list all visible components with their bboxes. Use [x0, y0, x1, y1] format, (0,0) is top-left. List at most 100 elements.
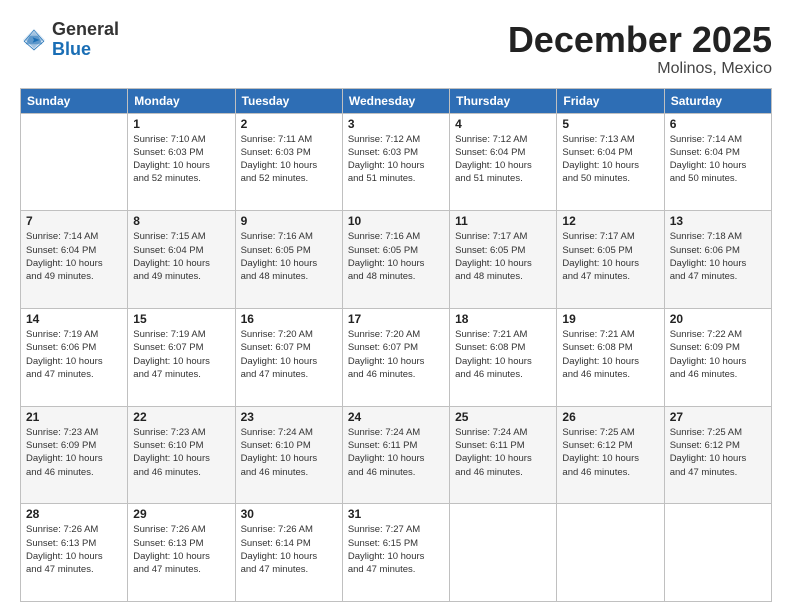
- day-number: 2: [241, 117, 337, 131]
- day-number: 14: [26, 312, 122, 326]
- calendar-week-row: 7 Sunrise: 7:14 AMSunset: 6:04 PMDaylight…: [21, 211, 772, 309]
- table-row: 24 Sunrise: 7:24 AMSunset: 6:11 PMDayligh…: [342, 406, 449, 504]
- table-row: [450, 504, 557, 602]
- day-number: 15: [133, 312, 229, 326]
- calendar-header-row: Sunday Monday Tuesday Wednesday Thursday…: [21, 88, 772, 113]
- logo-icon: [20, 26, 48, 54]
- day-info: Sunrise: 7:24 AMSunset: 6:11 PMDaylight:…: [455, 426, 551, 479]
- col-wednesday: Wednesday: [342, 88, 449, 113]
- table-row: [664, 504, 771, 602]
- header: General Blue December 2025 Molinos, Mexi…: [20, 20, 772, 78]
- day-number: 22: [133, 410, 229, 424]
- day-number: 16: [241, 312, 337, 326]
- day-number: 26: [562, 410, 658, 424]
- day-info: Sunrise: 7:27 AMSunset: 6:15 PMDaylight:…: [348, 523, 444, 576]
- day-info: Sunrise: 7:17 AMSunset: 6:05 PMDaylight:…: [562, 230, 658, 283]
- day-number: 20: [670, 312, 766, 326]
- day-number: 19: [562, 312, 658, 326]
- calendar-week-row: 14 Sunrise: 7:19 AMSunset: 6:06 PMDayligh…: [21, 308, 772, 406]
- calendar-week-row: 28 Sunrise: 7:26 AMSunset: 6:13 PMDayligh…: [21, 504, 772, 602]
- day-info: Sunrise: 7:11 AMSunset: 6:03 PMDaylight:…: [241, 133, 337, 186]
- table-row: 23 Sunrise: 7:24 AMSunset: 6:10 PMDayligh…: [235, 406, 342, 504]
- table-row: 13 Sunrise: 7:18 AMSunset: 6:06 PMDayligh…: [664, 211, 771, 309]
- day-info: Sunrise: 7:18 AMSunset: 6:06 PMDaylight:…: [670, 230, 766, 283]
- logo: General Blue: [20, 20, 119, 60]
- day-number: 12: [562, 214, 658, 228]
- table-row: 14 Sunrise: 7:19 AMSunset: 6:06 PMDayligh…: [21, 308, 128, 406]
- day-info: Sunrise: 7:22 AMSunset: 6:09 PMDaylight:…: [670, 328, 766, 381]
- day-info: Sunrise: 7:12 AMSunset: 6:04 PMDaylight:…: [455, 133, 551, 186]
- day-info: Sunrise: 7:20 AMSunset: 6:07 PMDaylight:…: [348, 328, 444, 381]
- day-info: Sunrise: 7:17 AMSunset: 6:05 PMDaylight:…: [455, 230, 551, 283]
- day-info: Sunrise: 7:15 AMSunset: 6:04 PMDaylight:…: [133, 230, 229, 283]
- table-row: 27 Sunrise: 7:25 AMSunset: 6:12 PMDayligh…: [664, 406, 771, 504]
- day-number: 23: [241, 410, 337, 424]
- day-info: Sunrise: 7:25 AMSunset: 6:12 PMDaylight:…: [670, 426, 766, 479]
- day-number: 31: [348, 507, 444, 521]
- day-number: 27: [670, 410, 766, 424]
- table-row: 4 Sunrise: 7:12 AMSunset: 6:04 PMDaylight…: [450, 113, 557, 211]
- logo-text: General Blue: [52, 20, 119, 60]
- day-number: 30: [241, 507, 337, 521]
- table-row: [21, 113, 128, 211]
- day-number: 3: [348, 117, 444, 131]
- day-number: 1: [133, 117, 229, 131]
- table-row: [557, 504, 664, 602]
- table-row: 22 Sunrise: 7:23 AMSunset: 6:10 PMDayligh…: [128, 406, 235, 504]
- col-thursday: Thursday: [450, 88, 557, 113]
- title-block: December 2025 Molinos, Mexico: [508, 20, 772, 78]
- day-info: Sunrise: 7:23 AMSunset: 6:10 PMDaylight:…: [133, 426, 229, 479]
- col-friday: Friday: [557, 88, 664, 113]
- day-number: 28: [26, 507, 122, 521]
- table-row: 6 Sunrise: 7:14 AMSunset: 6:04 PMDaylight…: [664, 113, 771, 211]
- day-number: 5: [562, 117, 658, 131]
- day-info: Sunrise: 7:20 AMSunset: 6:07 PMDaylight:…: [241, 328, 337, 381]
- day-number: 29: [133, 507, 229, 521]
- day-number: 11: [455, 214, 551, 228]
- calendar-table: Sunday Monday Tuesday Wednesday Thursday…: [20, 88, 772, 602]
- table-row: 10 Sunrise: 7:16 AMSunset: 6:05 PMDayligh…: [342, 211, 449, 309]
- month-title: December 2025: [508, 20, 772, 60]
- day-info: Sunrise: 7:16 AMSunset: 6:05 PMDaylight:…: [241, 230, 337, 283]
- day-info: Sunrise: 7:26 AMSunset: 6:13 PMDaylight:…: [26, 523, 122, 576]
- day-number: 9: [241, 214, 337, 228]
- table-row: 29Sunrise: 7:26 AMSunset: 6:13 PMDayligh…: [128, 504, 235, 602]
- table-row: 5 Sunrise: 7:13 AMSunset: 6:04 PMDaylight…: [557, 113, 664, 211]
- col-saturday: Saturday: [664, 88, 771, 113]
- logo-general: General: [52, 19, 119, 39]
- table-row: 30 Sunrise: 7:26 AMSunset: 6:14 PMDayligh…: [235, 504, 342, 602]
- table-row: 2 Sunrise: 7:11 AMSunset: 6:03 PMDaylight…: [235, 113, 342, 211]
- day-number: 7: [26, 214, 122, 228]
- day-info: Sunrise: 7:23 AMSunset: 6:09 PMDaylight:…: [26, 426, 122, 479]
- table-row: 26Sunrise: 7:25 AMSunset: 6:12 PMDayligh…: [557, 406, 664, 504]
- table-row: 31 Sunrise: 7:27 AMSunset: 6:15 PMDayligh…: [342, 504, 449, 602]
- day-number: 17: [348, 312, 444, 326]
- table-row: 15 Sunrise: 7:19 AMSunset: 6:07 PMDayligh…: [128, 308, 235, 406]
- day-number: 6: [670, 117, 766, 131]
- location-subtitle: Molinos, Mexico: [508, 60, 772, 78]
- table-row: 21 Sunrise: 7:23 AMSunset: 6:09 PMDayligh…: [21, 406, 128, 504]
- day-info: Sunrise: 7:24 AMSunset: 6:10 PMDaylight:…: [241, 426, 337, 479]
- calendar-week-row: 21 Sunrise: 7:23 AMSunset: 6:09 PMDayligh…: [21, 406, 772, 504]
- day-number: 10: [348, 214, 444, 228]
- day-info: Sunrise: 7:16 AMSunset: 6:05 PMDaylight:…: [348, 230, 444, 283]
- day-number: 18: [455, 312, 551, 326]
- day-info: Sunrise: 7:19 AMSunset: 6:07 PMDaylight:…: [133, 328, 229, 381]
- day-info: Sunrise: 7:13 AMSunset: 6:04 PMDaylight:…: [562, 133, 658, 186]
- col-sunday: Sunday: [21, 88, 128, 113]
- day-number: 24: [348, 410, 444, 424]
- day-info: Sunrise: 7:14 AMSunset: 6:04 PMDaylight:…: [670, 133, 766, 186]
- calendar-week-row: 1Sunrise: 7:10 AMSunset: 6:03 PMDaylight…: [21, 113, 772, 211]
- day-info: Sunrise: 7:19 AMSunset: 6:06 PMDaylight:…: [26, 328, 122, 381]
- day-info: Sunrise: 7:26 AMSunset: 6:14 PMDaylight:…: [241, 523, 337, 576]
- day-number: 21: [26, 410, 122, 424]
- day-info: Sunrise: 7:14 AMSunset: 6:04 PMDaylight:…: [26, 230, 122, 283]
- day-info: Sunrise: 7:24 AMSunset: 6:11 PMDaylight:…: [348, 426, 444, 479]
- day-number: 13: [670, 214, 766, 228]
- table-row: 11 Sunrise: 7:17 AMSunset: 6:05 PMDayligh…: [450, 211, 557, 309]
- day-number: 4: [455, 117, 551, 131]
- day-number: 25: [455, 410, 551, 424]
- table-row: 18 Sunrise: 7:21 AMSunset: 6:08 PMDayligh…: [450, 308, 557, 406]
- table-row: 19Sunrise: 7:21 AMSunset: 6:08 PMDayligh…: [557, 308, 664, 406]
- day-info: Sunrise: 7:21 AMSunset: 6:08 PMDaylight:…: [455, 328, 551, 381]
